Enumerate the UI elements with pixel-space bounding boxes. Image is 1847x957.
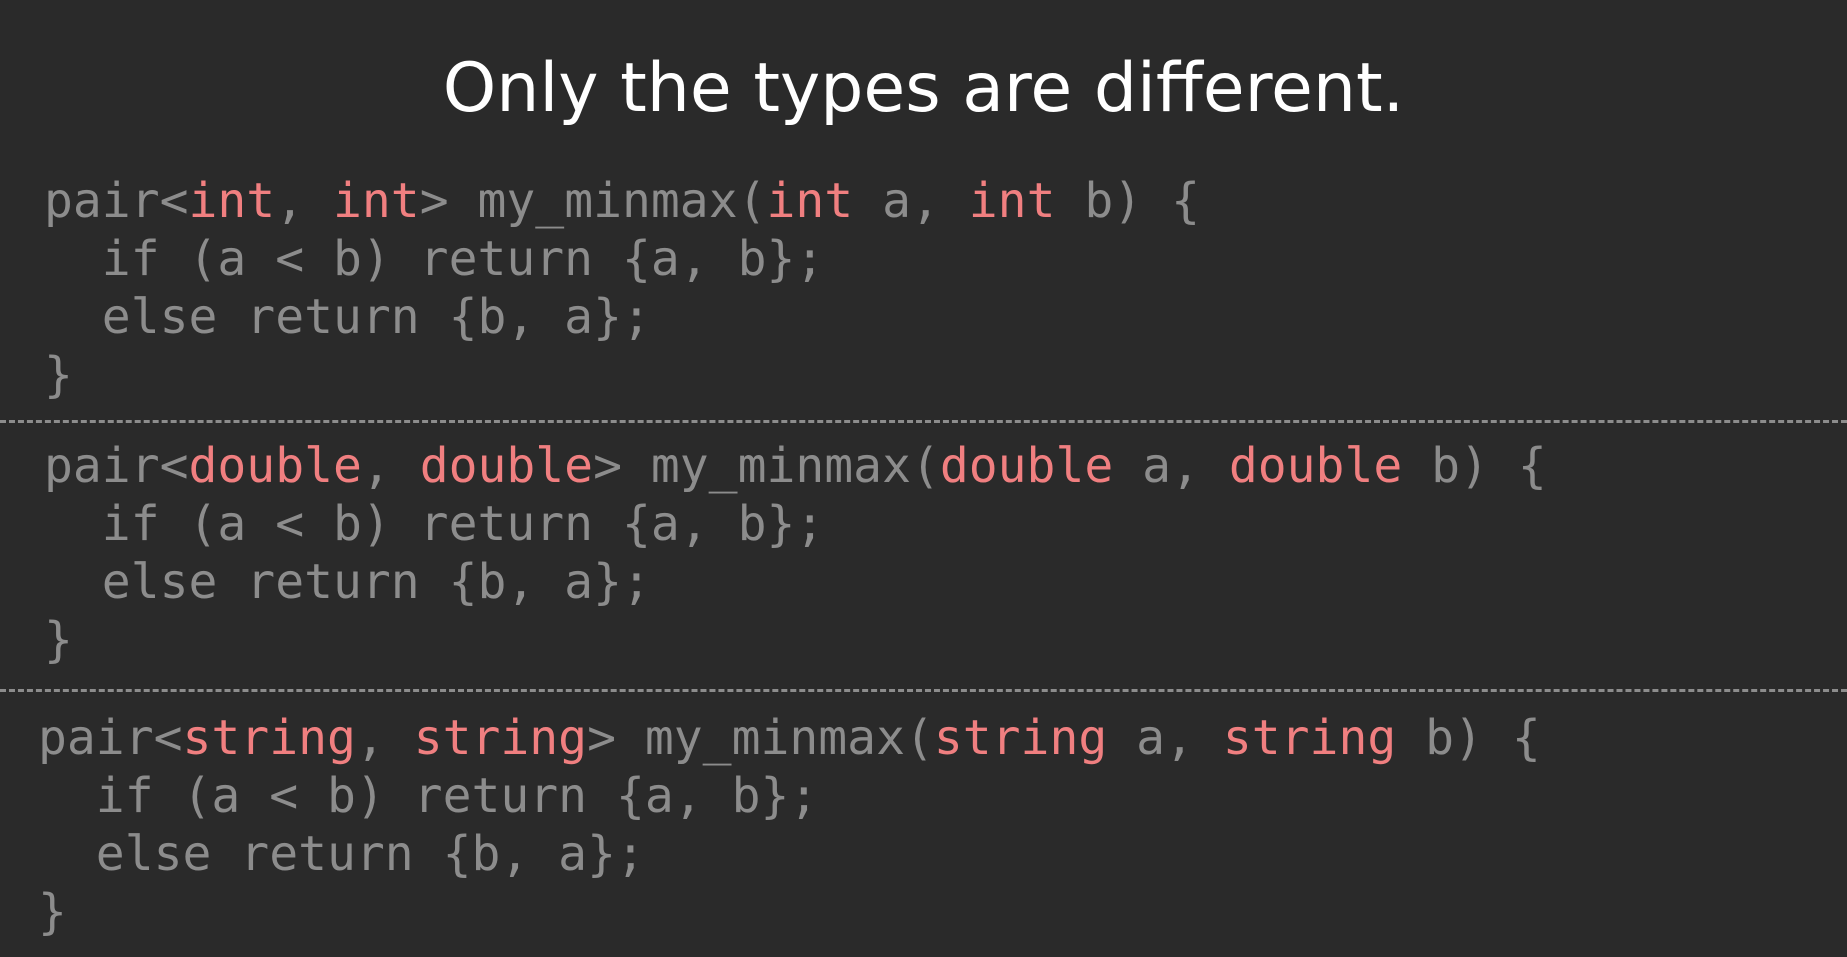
code-text: a, — [1113, 438, 1229, 494]
code-line-if: if (a < b) return {a, b}; — [44, 496, 825, 552]
code-line-signature: pair<string, string> my_minmax(string a,… — [38, 709, 1541, 767]
code-text: > my_minmax( — [593, 438, 940, 494]
code-text: > my_minmax( — [587, 710, 934, 766]
code-line-else: else return {b, a}; — [44, 554, 651, 610]
code-line-close-brace: } — [44, 612, 73, 668]
code-text: b) { — [1055, 173, 1200, 229]
type-keyword: double — [419, 438, 594, 494]
code-block-double: pair<double, double> my_minmax(double a,… — [44, 437, 1547, 669]
code-line-close-brace: } — [44, 347, 73, 403]
type-keyword: string — [933, 710, 1108, 766]
code-line-else: else return {b, a}; — [38, 826, 645, 882]
code-text: > my_minmax( — [419, 173, 767, 229]
type-keyword: string — [182, 710, 356, 766]
slide-title: Only the types are different. — [442, 48, 1405, 128]
code-text: , — [361, 438, 420, 494]
dashed-divider — [0, 689, 1847, 692]
code-text: , — [275, 173, 333, 229]
code-text: , — [355, 710, 414, 766]
type-keyword: int — [766, 173, 854, 229]
code-text: a, — [853, 173, 969, 229]
code-text: pair< — [44, 438, 189, 494]
code-text: b) { — [1396, 710, 1541, 766]
type-keyword: double — [1228, 438, 1403, 494]
code-line-if: if (a < b) return {a, b}; — [44, 231, 825, 287]
code-text: b) { — [1402, 438, 1547, 494]
type-keyword: string — [1222, 710, 1397, 766]
type-keyword: int — [968, 173, 1056, 229]
code-line-else: else return {b, a}; — [44, 289, 651, 345]
code-text: pair< — [38, 710, 183, 766]
type-keyword: double — [188, 438, 362, 494]
code-line-signature: pair<int, int> my_minmax(int a, int b) { — [44, 172, 1200, 230]
dashed-divider — [0, 420, 1847, 423]
type-keyword: int — [333, 173, 420, 229]
code-text: pair< — [44, 173, 189, 229]
code-text: a, — [1107, 710, 1223, 766]
type-keyword: int — [188, 173, 276, 229]
code-line-signature: pair<double, double> my_minmax(double a,… — [44, 437, 1547, 495]
code-block-int: pair<int, int> my_minmax(int a, int b) {… — [44, 172, 1200, 404]
code-line-close-brace: } — [38, 884, 67, 940]
code-line-if: if (a < b) return {a, b}; — [38, 768, 819, 824]
type-keyword: double — [939, 438, 1114, 494]
type-keyword: string — [413, 710, 588, 766]
code-block-string: pair<string, string> my_minmax(string a,… — [38, 709, 1541, 941]
